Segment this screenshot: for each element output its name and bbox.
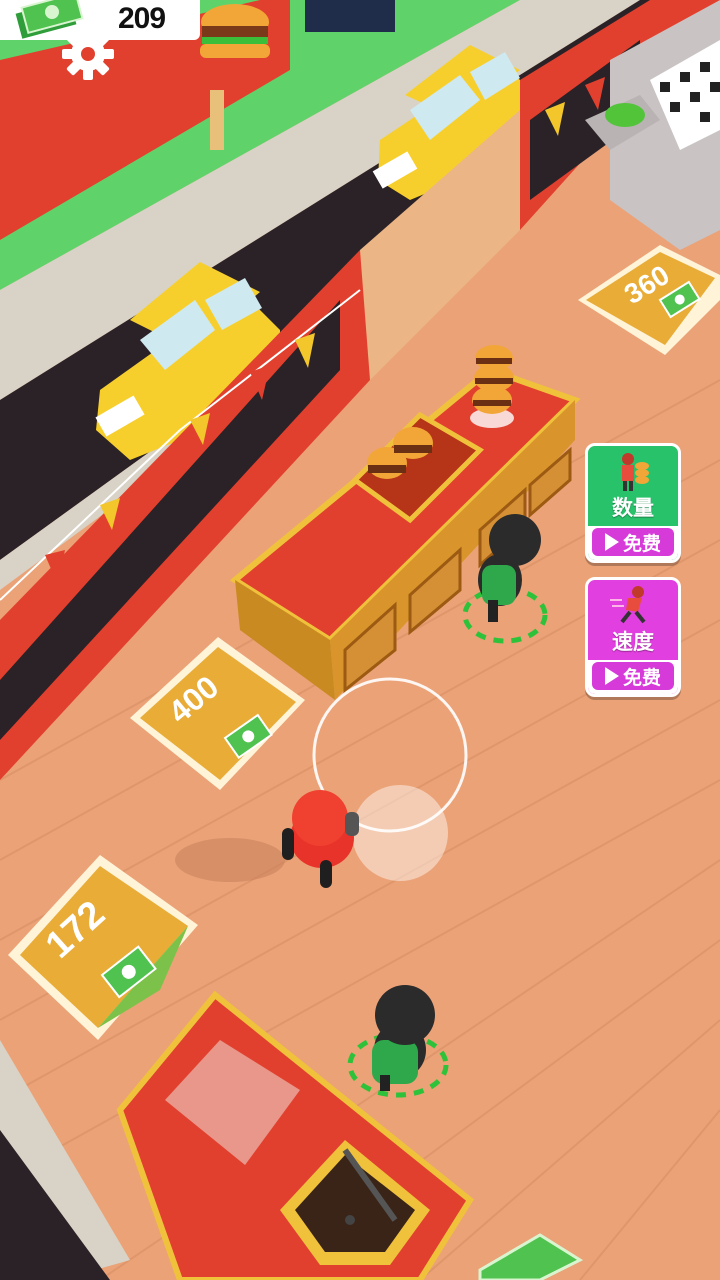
running-worker-icon: [610, 586, 646, 624]
quantity-boost-button[interactable]: 数量 免费: [585, 443, 681, 563]
gear-icon[interactable]: [58, 24, 118, 84]
speed-boost-button[interactable]: 速度 免费: [585, 577, 681, 697]
quantity-free-label: 免费: [622, 533, 661, 555]
quantity-free-button[interactable]: 免费: [588, 526, 678, 560]
speed-free-label: 免费: [622, 667, 661, 689]
worker-carry-icon: [622, 453, 649, 491]
burger-sign-icon: [200, 4, 270, 58]
speed-free-button[interactable]: 免费: [588, 660, 678, 694]
quantity-boost-label: 数量: [612, 497, 654, 520]
speed-boost-label: 速度: [612, 631, 654, 654]
play-icon: [604, 533, 619, 551]
street-object: [305, 0, 395, 32]
money-value: 209: [118, 2, 166, 35]
play-icon: [604, 667, 619, 685]
